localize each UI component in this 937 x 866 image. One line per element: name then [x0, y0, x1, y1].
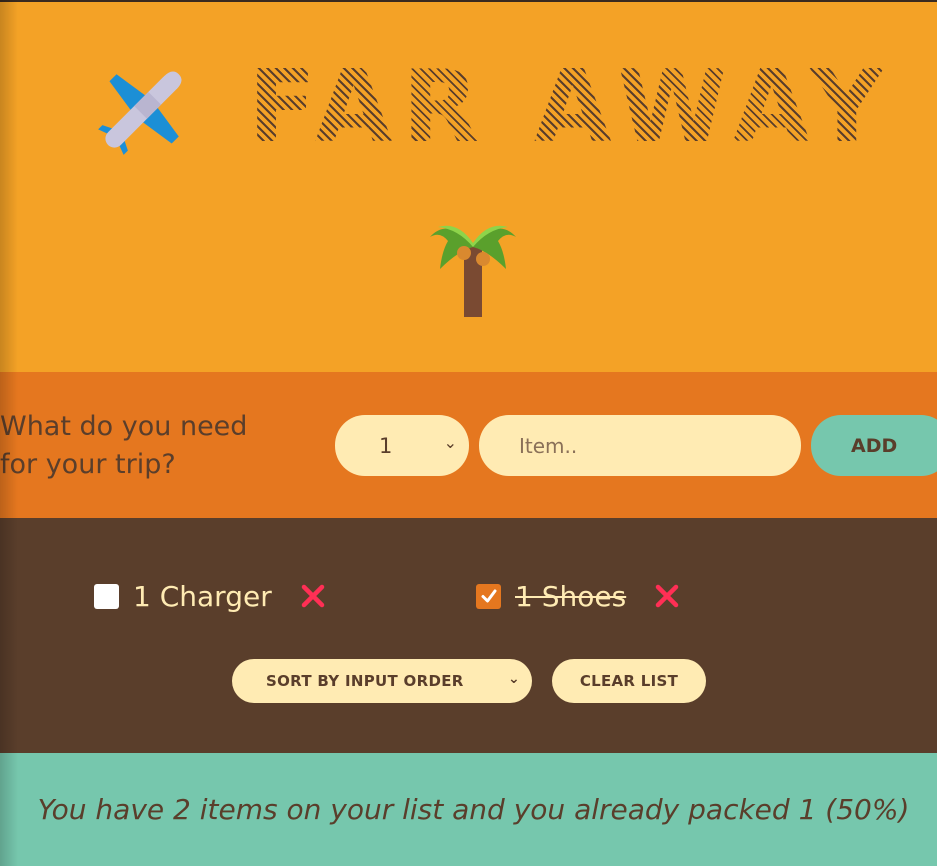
packed-checkbox[interactable] [476, 583, 501, 609]
list-actions: SORT BY INPUT ORDER ⌄ CLEAR LIST [232, 659, 706, 703]
stats-text: You have 2 items on your list and you al… [37, 793, 910, 826]
airplane-icon [98, 71, 182, 155]
list-item: 1 Charger [94, 576, 326, 616]
item-label: 1 Shoes [515, 579, 627, 613]
packed-checkbox[interactable] [94, 583, 119, 609]
form-prompt: What do you need for your trip? [0, 408, 300, 484]
checkmark-icon [481, 589, 496, 603]
chevron-down-icon: ⌄ [443, 433, 457, 452]
prompt-line-1: What do you need [0, 411, 248, 442]
add-button[interactable]: ADD [811, 415, 937, 476]
quantity-select[interactable]: 1 ⌄ [335, 415, 469, 476]
sort-value: SORT BY INPUT ORDER [266, 672, 464, 690]
item-label: 1 Charger [133, 579, 272, 613]
delete-icon[interactable] [654, 583, 680, 609]
chevron-down-icon: ⌄ [507, 671, 520, 687]
quantity-value: 1 [379, 433, 393, 458]
palm-tree-icon [430, 225, 516, 317]
sort-select[interactable]: SORT BY INPUT ORDER ⌄ [232, 659, 532, 703]
list-item: 1 Shoes [476, 576, 680, 616]
packing-list: 1 Charger 1 Shoes SORT BY INPUT ORDER ⌄ … [0, 518, 937, 753]
prompt-line-2: for your trip? [0, 449, 176, 480]
add-item-form: What do you need for your trip? 1 ⌄ ADD [0, 372, 937, 518]
stats-footer: You have 2 items on your list and you al… [0, 753, 937, 866]
app-header: FAR AWAY [0, 2, 937, 372]
app-title: FAR AWAY [248, 48, 893, 165]
clear-list-button[interactable]: CLEAR LIST [552, 659, 706, 703]
item-input[interactable] [479, 415, 801, 476]
delete-icon[interactable] [300, 583, 326, 609]
